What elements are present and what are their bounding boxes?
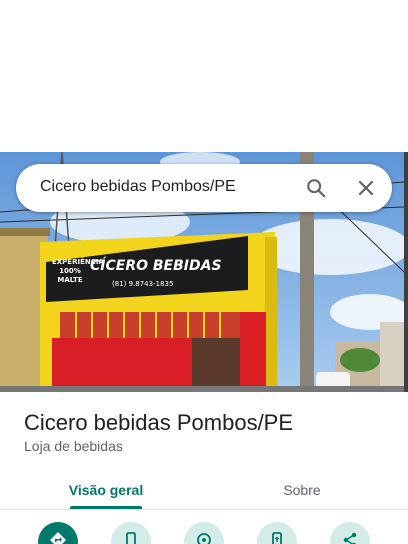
- place-tabs: Visão geral Sobre: [0, 470, 408, 510]
- scrollbar[interactable]: [404, 152, 408, 392]
- nearby-icon: [197, 533, 211, 544]
- search-input[interactable]: Cicero bebidas Pombos/PE: [40, 178, 236, 196]
- send-to-phone-icon: [272, 532, 282, 544]
- nearby-button[interactable]: [184, 522, 224, 544]
- action-buttons: [0, 522, 408, 544]
- selected-tab-indicator: [70, 506, 142, 509]
- share-button[interactable]: [330, 522, 370, 544]
- call-button[interactable]: [111, 522, 151, 544]
- place-category[interactable]: Loja de bebidas: [24, 438, 123, 454]
- send-to-phone-button[interactable]: [257, 522, 297, 544]
- search-button[interactable]: [302, 174, 330, 202]
- phone-icon: [126, 532, 136, 544]
- directions-icon: [50, 532, 66, 544]
- directions-button[interactable]: [38, 522, 78, 544]
- sign-business-name: CÍCERO BEBIDAS: [90, 258, 222, 274]
- search-icon: [307, 179, 326, 198]
- share-icon: [343, 532, 357, 544]
- tab-overview[interactable]: Visão geral: [0, 470, 212, 510]
- tab-about[interactable]: Sobre: [196, 470, 408, 510]
- sign-phone: (81) 9.8743-1835: [112, 280, 174, 288]
- sign-left-line2: 100% MALTE: [57, 267, 83, 284]
- place-info-panel: Cicero bebidas Pombos/PE Loja de bebidas…: [0, 392, 408, 544]
- search-box[interactable]: Cicero bebidas Pombos/PE: [16, 164, 392, 212]
- sign-left-text: EXPERIÊNCIA 100% MALTE: [52, 258, 104, 285]
- place-title: Cicero bebidas Pombos/PE: [24, 410, 294, 435]
- blank-map-area: [0, 0, 408, 152]
- clear-search-button[interactable]: [352, 174, 380, 202]
- sign-left-line1: EXPERIÊNCIA: [52, 258, 104, 266]
- close-icon: [358, 180, 374, 196]
